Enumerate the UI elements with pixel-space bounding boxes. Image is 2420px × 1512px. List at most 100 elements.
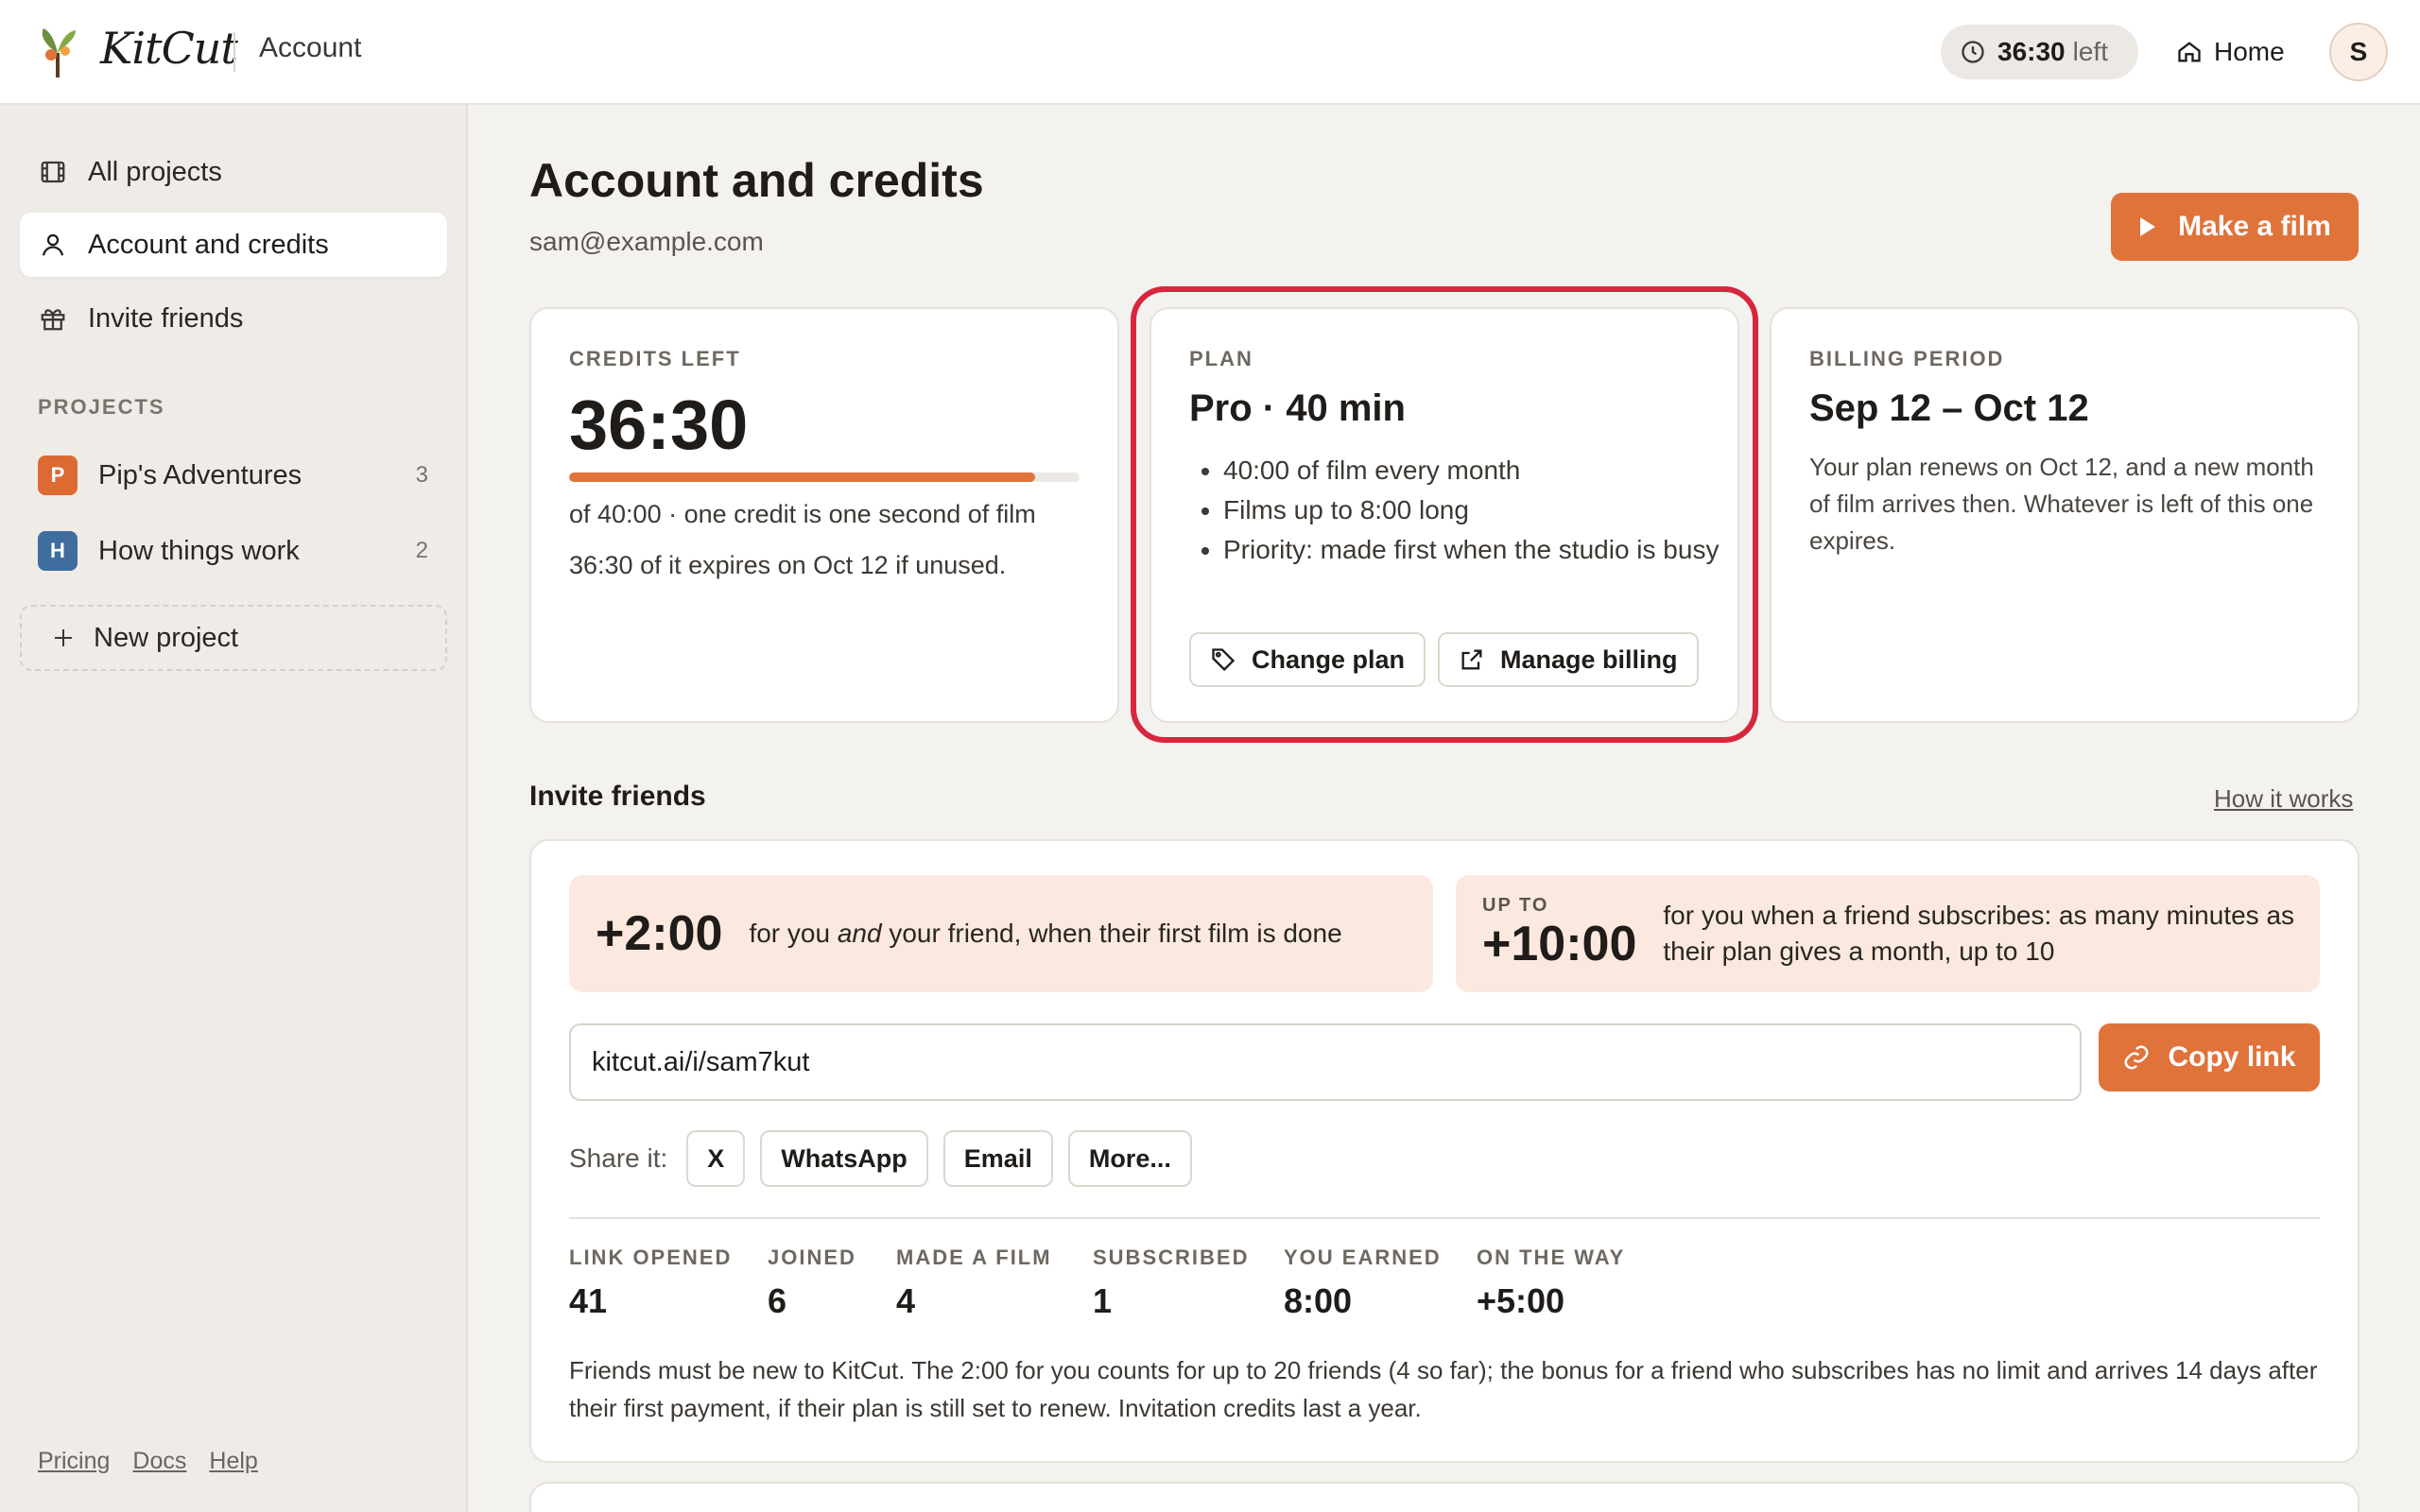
stat-value: 4 — [896, 1281, 916, 1320]
subscribe-bonus-amount-block: UP TO +10:00 — [1482, 895, 1636, 972]
plan-title: Pro · 40 min — [1189, 387, 1406, 429]
invite-link-field[interactable]: kitcut.ai/i/sam7kut — [569, 1023, 2082, 1101]
section-label: Account — [259, 32, 362, 63]
credits-progress-bar — [569, 472, 1080, 482]
project-badge: P — [38, 455, 78, 495]
change-plan-button[interactable]: Change plan — [1189, 632, 1426, 687]
share-email-button[interactable]: Email — [942, 1130, 1053, 1187]
sidebar-item-all-projects[interactable]: All projects — [20, 140, 447, 204]
invite-card: +2:00 for you and your friend, when thei… — [529, 839, 2360, 1463]
user-avatar[interactable]: S — [2329, 23, 2388, 81]
new-project-label: New project — [94, 622, 239, 653]
stat-label: YOU EARNED — [1284, 1246, 1442, 1269]
gift-icon — [41, 309, 65, 331]
first-film-bonus-desc-pre: for you — [749, 919, 838, 948]
new-project-button[interactable]: New project — [20, 605, 447, 671]
stat-label: JOINED — [768, 1246, 856, 1269]
clock-icon — [1962, 41, 1984, 63]
stat-label: ON THE WAY — [1477, 1246, 1626, 1269]
friends-table-card — [529, 1482, 2360, 1512]
plan-card: PLAN Pro · 40 min 40:00 of film every mo… — [1150, 307, 1739, 723]
credits-pill[interactable]: 36:30 left — [1941, 25, 2138, 79]
manage-billing-label: Manage billing — [1500, 644, 1678, 674]
credits-progress-fill — [569, 472, 1035, 482]
copy-link-button[interactable]: Copy link — [2099, 1023, 2320, 1091]
sidebar-item-invite[interactable]: Invite friends — [20, 286, 447, 351]
subscribe-bonus: UP TO +10:00 for you when a friend subsc… — [1456, 875, 2320, 992]
stat-label: LINK OPENED — [569, 1246, 733, 1269]
play-icon — [2140, 217, 2156, 236]
stat-you-earned: YOU EARNED 8:00 — [1284, 1246, 1442, 1321]
credits-pill-value: 36:30 — [1997, 37, 2066, 66]
stat-value: 8:00 — [1284, 1281, 1353, 1320]
manage-billing-button[interactable]: Manage billing — [1438, 632, 1699, 687]
pricing-link[interactable]: Pricing — [38, 1448, 110, 1475]
project-name: How things work — [98, 535, 300, 566]
sidebar: All projects Account and credits Invite … — [0, 105, 468, 1512]
plan-eyebrow: PLAN — [1189, 347, 1253, 370]
stat-made-a-film: MADE A FILM 4 — [896, 1246, 1052, 1321]
change-plan-label: Change plan — [1252, 644, 1406, 674]
share-whatsapp-button[interactable]: WhatsApp — [760, 1130, 928, 1187]
project-item[interactable]: H How things work 2 — [20, 519, 447, 583]
subscribe-bonus-amount: +10:00 — [1482, 917, 1637, 971]
stat-joined: JOINED 6 — [768, 1246, 856, 1321]
invite-divider — [569, 1217, 2320, 1219]
billing-eyebrow: BILLING PERIOD — [1809, 347, 2005, 370]
plus-icon — [55, 629, 72, 646]
external-link-icon — [1461, 649, 1482, 670]
home-link[interactable]: Home — [2176, 28, 2285, 76]
stat-subscribed: SUBSCRIBED 1 — [1093, 1246, 1249, 1321]
project-name: Pip's Adventures — [98, 459, 302, 490]
billing-card: BILLING PERIOD Sep 12 – Oct 12 Your plan… — [1770, 307, 2360, 723]
stat-label: SUBSCRIBED — [1093, 1246, 1250, 1269]
credits-card: CREDITS LEFT 36:30 of 40:00 · one credit… — [529, 307, 1119, 723]
plan-feature: 40:00 of film every month — [1223, 451, 1734, 490]
subscribe-bonus-desc: for you when a friend subscribes: as man… — [1663, 901, 2295, 966]
help-link[interactable]: Help — [209, 1448, 257, 1475]
top-bar: KitCut Account 36:30 left Home S — [0, 0, 2420, 105]
make-film-button[interactable]: Make a film — [2111, 193, 2359, 261]
project-badge: H — [38, 531, 78, 571]
stat-label: MADE A FILM — [896, 1246, 1052, 1269]
logo-divider — [233, 32, 235, 72]
credits-eyebrow: CREDITS LEFT — [569, 347, 741, 370]
sidebar-item-label: Invite friends — [88, 302, 244, 334]
credits-value: 36:30 — [569, 386, 749, 464]
credits-total-note: of 40:00 · one credit is one second of f… — [569, 500, 1036, 528]
copy-link-label: Copy link — [2168, 1041, 2296, 1073]
stat-value: 41 — [569, 1281, 608, 1320]
share-more-button[interactable]: More... — [1067, 1130, 1192, 1187]
plan-feature: Priority: made first when the studio is … — [1223, 530, 1734, 570]
project-count: 2 — [415, 538, 428, 563]
home-link-label: Home — [2214, 37, 2285, 66]
sidebar-item-account[interactable]: Account and credits — [20, 213, 447, 277]
plan-features: 40:00 of film every month Films up to 8:… — [1223, 451, 1734, 570]
sidebar-footer-links: Pricing Docs Help — [38, 1448, 258, 1475]
make-film-label: Make a film — [2178, 211, 2331, 242]
share-x-button[interactable]: X — [686, 1130, 746, 1187]
user-icon — [42, 233, 64, 256]
invite-fineprint: Friends must be new to KitCut. The 2:00 … — [569, 1356, 2318, 1422]
share-row: Share it: X WhatsApp Email More... — [569, 1130, 1192, 1187]
sidebar-item-label: Account and credits — [88, 229, 329, 260]
app-logo-text[interactable]: KitCut — [100, 23, 238, 74]
first-film-bonus-amount: +2:00 — [596, 906, 723, 961]
stat-value: 1 — [1093, 1281, 1113, 1320]
home-icon — [2178, 42, 2201, 62]
docs-link[interactable]: Docs — [132, 1448, 186, 1475]
subscribe-bonus-upto: UP TO — [1482, 895, 1549, 916]
project-count: 3 — [415, 462, 428, 488]
first-film-bonus: +2:00 for you and your friend, when thei… — [569, 875, 1433, 992]
project-item[interactable]: P Pip's Adventures 3 — [20, 443, 447, 507]
page-title: Account and credits — [529, 154, 984, 207]
stat-value: +5:00 — [1477, 1281, 1565, 1320]
stat-value: 6 — [768, 1281, 787, 1320]
account-email: sam@example.com — [529, 227, 764, 256]
credits-pill-suffix: left — [2072, 37, 2108, 66]
tag-icon — [1212, 648, 1236, 672]
billing-note: Your plan renews on Oct 12, and a new mo… — [1809, 453, 2314, 555]
how-it-works-link[interactable]: How it works — [2214, 784, 2353, 814]
invite-heading: Invite friends — [529, 781, 706, 812]
billing-period: Sep 12 – Oct 12 — [1809, 387, 2089, 429]
